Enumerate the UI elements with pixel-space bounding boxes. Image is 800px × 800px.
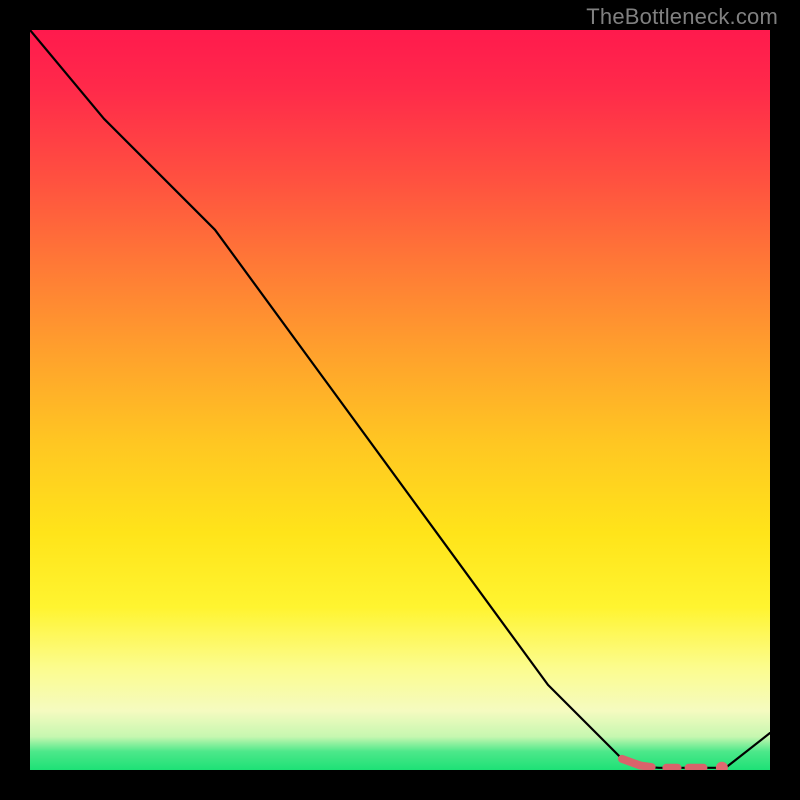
plot-overlay: [30, 30, 770, 770]
bottleneck-curve: [30, 30, 770, 768]
watermark-text: TheBottleneck.com: [586, 4, 778, 30]
chart-frame: TheBottleneck.com: [0, 0, 800, 800]
plot-area: [30, 30, 770, 770]
